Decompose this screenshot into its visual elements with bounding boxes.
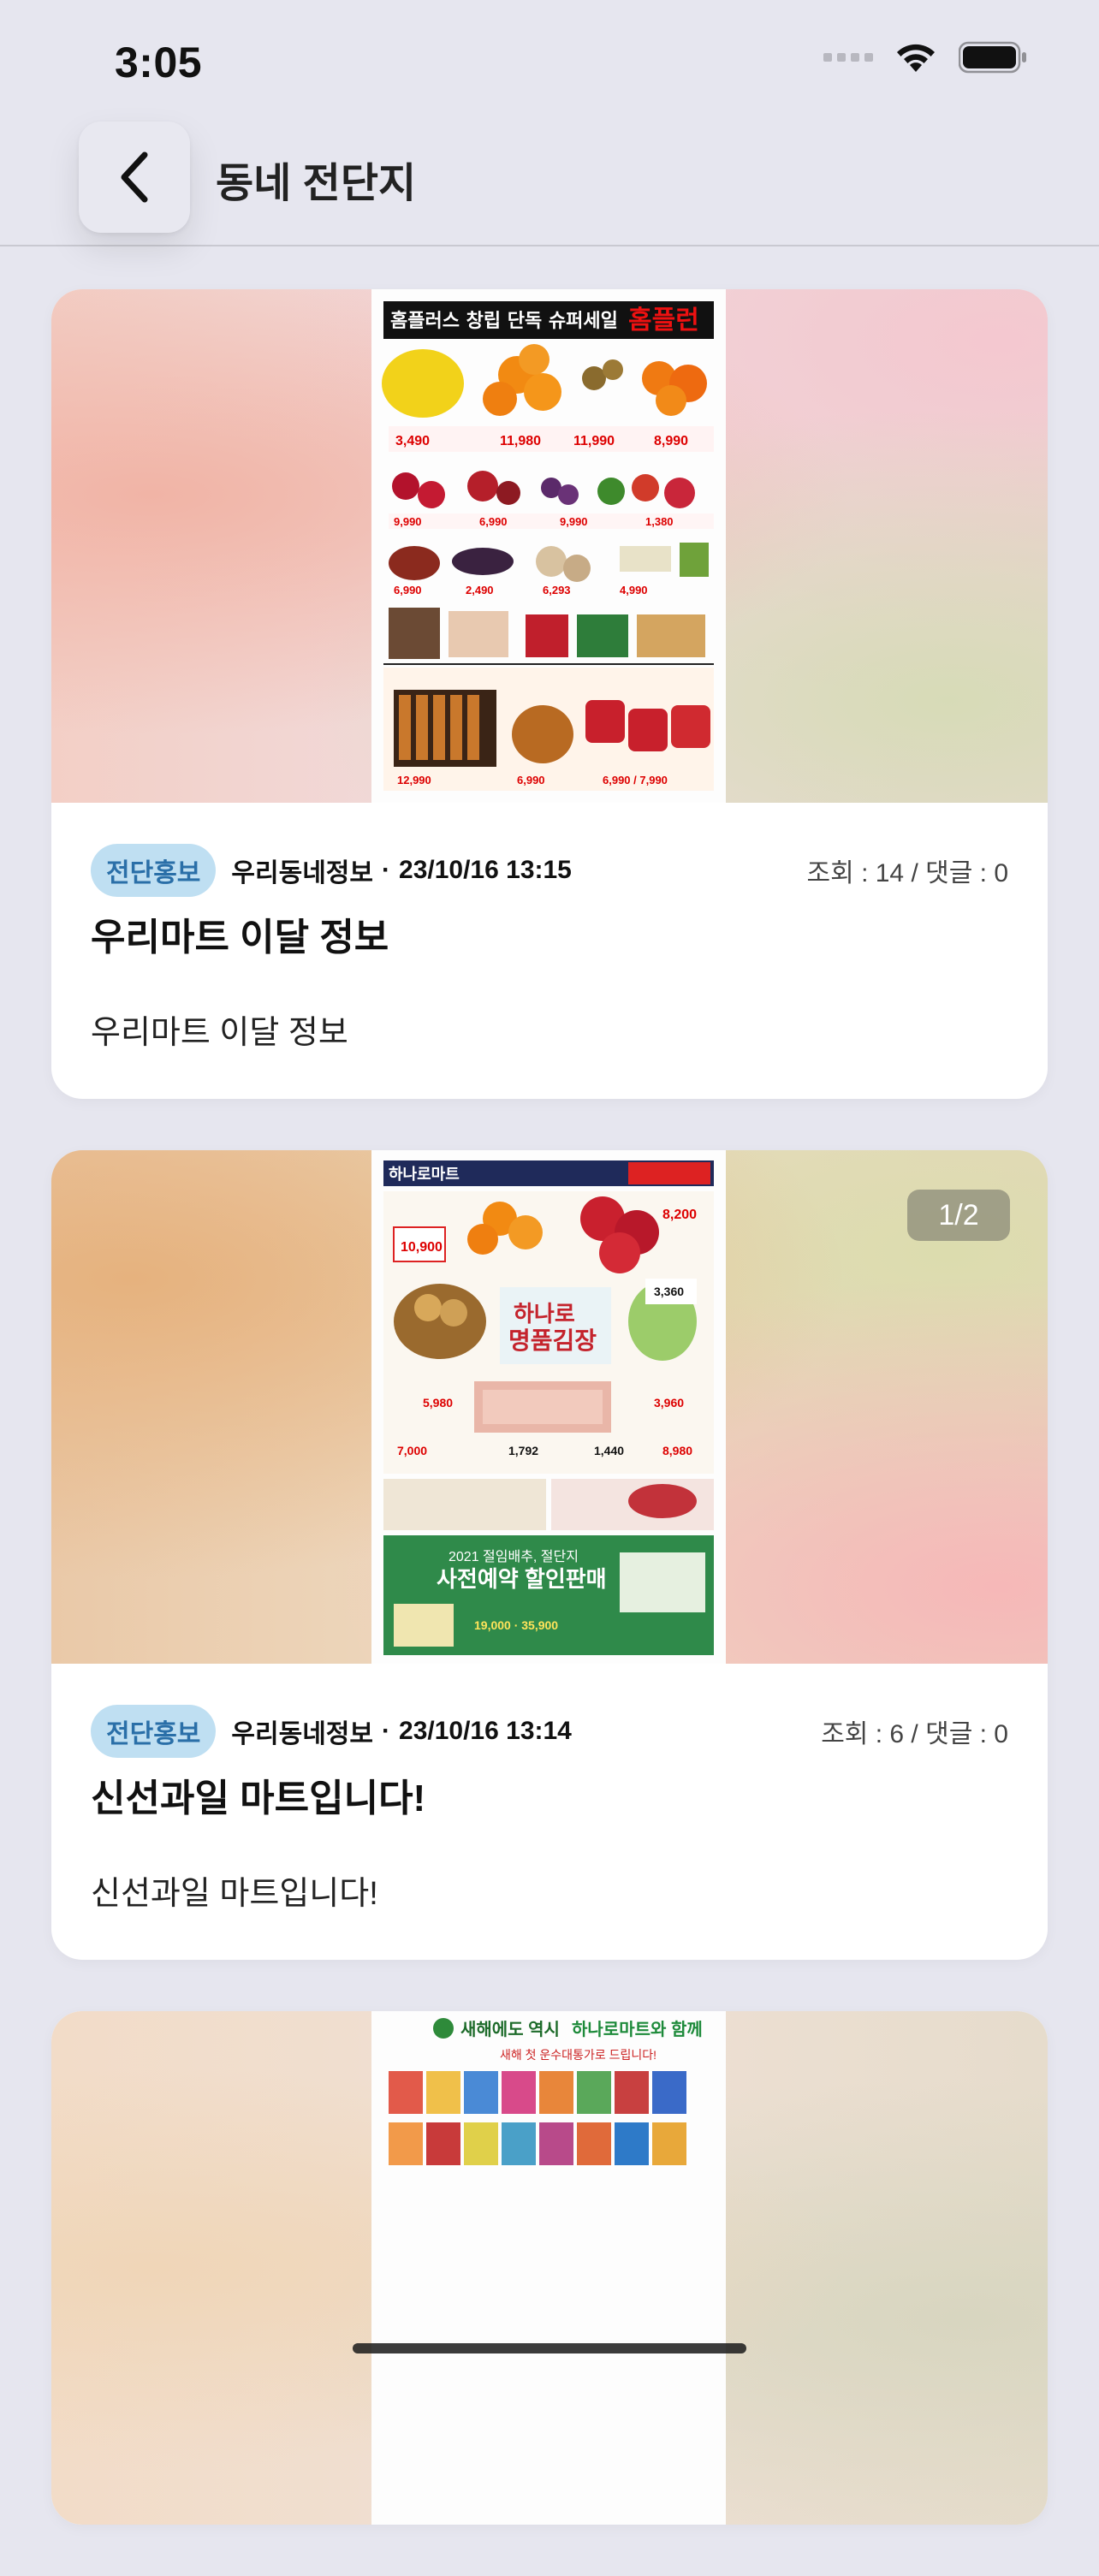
post-title: 신선과일 마트입니다!: [91, 1778, 426, 1819]
status-bar: 3:05: [0, 0, 1099, 120]
svg-text:명품김장: 명품김장: [508, 1327, 597, 1354]
svg-text:하나로마트: 하나로마트: [389, 1166, 460, 1183]
category-badge: 전단홍보: [91, 1705, 217, 1758]
flyer-feed[interactable]: 홈플러스 창립 단독 슈퍼세일 홈플런 3,490 11,980 11,990 …: [51, 289, 1048, 2576]
post-author: 우리동네정보: [231, 859, 374, 887]
flyer-post-card[interactable]: 하나로마트 10,900 8,200 하나로 명품김장 3,360 5,980 …: [51, 1150, 1048, 1960]
post-body: 우리마트 이달 정보: [91, 1015, 348, 1051]
svg-text:하나로마트와 함께: 하나로마트와 함께: [572, 2020, 703, 2039]
svg-text:홈플러스 창립 단독 슈퍼세일: 홈플러스 창립 단독 슈퍼세일: [390, 311, 618, 332]
category-badge: 전단홍보: [91, 844, 217, 897]
flyer-image-carousel[interactable]: 새해에도 역시 하나로마트와 함께 새해 첫 운수대통가로 드립니다!: [51, 2011, 1048, 2525]
svg-text:새해에도 역시: 새해에도 역시: [460, 2020, 560, 2039]
wifi-icon: [897, 44, 935, 72]
svg-text:6,990: 6,990: [394, 584, 422, 597]
post-author: 우리동네정보: [231, 1720, 374, 1748]
flyer-post-card[interactable]: 새해에도 역시 하나로마트와 함께 새해 첫 운수대통가로 드립니다!: [51, 2011, 1048, 2525]
post-title: 우리마트 이달 정보: [91, 917, 389, 959]
svg-text:3,490: 3,490: [395, 434, 430, 448]
svg-text:2,490: 2,490: [466, 584, 494, 597]
flyer-image[interactable]: 새해에도 역시 하나로마트와 함께 새해 첫 운수대통가로 드립니다!: [371, 2011, 726, 2525]
svg-text:8,200: 8,200: [662, 1208, 697, 1222]
page-title: 동네 전단지: [216, 161, 417, 206]
svg-text:9,990: 9,990: [394, 515, 422, 528]
flyer-graphic: 새해에도 역시 하나로마트와 함께 새해 첫 운수대통가로 드립니다!: [371, 2011, 726, 2525]
flyer-image[interactable]: 홈플러스 창립 단독 슈퍼세일 홈플런 3,490 11,980 11,990 …: [371, 289, 726, 803]
page-counter: 1/2: [907, 1190, 1010, 1241]
svg-text:사전예약 할인판매: 사전예약 할인판매: [437, 1566, 607, 1592]
home-indicator[interactable]: [353, 2343, 746, 2353]
chevron-left-icon: [121, 151, 148, 203]
status-icons: [823, 41, 1027, 74]
flyer-graphic: 하나로마트 10,900 8,200 하나로 명품김장 3,360 5,980 …: [371, 1150, 726, 1664]
svg-text:8,990: 8,990: [654, 434, 688, 448]
flyer-image-carousel[interactable]: 하나로마트 10,900 8,200 하나로 명품김장 3,360 5,980 …: [51, 1150, 1048, 1664]
svg-text:5,980: 5,980: [423, 1396, 453, 1410]
svg-text:3,360: 3,360: [654, 1285, 684, 1298]
post-content[interactable]: 전단홍보 우리동네정보 · 23/10/16 13:14 조회 : 6 / 댓글…: [51, 1664, 1048, 1960]
svg-text:11,980: 11,980: [500, 434, 541, 448]
post-content[interactable]: 전단홍보 우리동네정보 · 23/10/16 13:15 조회 : 14 / 댓…: [51, 803, 1048, 1099]
svg-text:1,440: 1,440: [594, 1444, 624, 1457]
svg-text:6,990 / 7,990: 6,990 / 7,990: [603, 774, 668, 786]
svg-text:3,960: 3,960: [654, 1396, 684, 1410]
post-date: 23/10/16 13:15: [399, 856, 572, 884]
svg-text:6,990: 6,990: [517, 774, 545, 786]
svg-text:1,380: 1,380: [645, 515, 674, 528]
cellular-signal-icon: [823, 53, 873, 62]
post-meta: 전단홍보 우리동네정보 · 23/10/16 13:14 조회 : 6 / 댓글…: [91, 1705, 1008, 1758]
meta-separator: ·: [382, 1717, 391, 1745]
svg-text:하나로: 하나로: [514, 1301, 575, 1327]
flyer-image-carousel[interactable]: 홈플러스 창립 단독 슈퍼세일 홈플런 3,490 11,980 11,990 …: [51, 289, 1048, 803]
svg-text:7,000: 7,000: [397, 1444, 427, 1457]
svg-text:1,792: 1,792: [508, 1444, 538, 1457]
post-body: 신선과일 마트입니다!: [91, 1876, 378, 1912]
svg-text:10,900: 10,900: [401, 1240, 443, 1255]
svg-text:19,000 · 35,900: 19,000 · 35,900: [474, 1618, 558, 1632]
svg-text:12,990: 12,990: [397, 774, 431, 786]
svg-text:4,990: 4,990: [620, 584, 648, 597]
flyer-post-card[interactable]: 홈플러스 창립 단독 슈퍼세일 홈플런 3,490 11,980 11,990 …: [51, 289, 1048, 1099]
flyer-image[interactable]: 하나로마트 10,900 8,200 하나로 명품김장 3,360 5,980 …: [371, 1150, 726, 1664]
svg-text:6,990: 6,990: [479, 515, 508, 528]
post-stats: 조회 : 14 / 댓글 : 0: [806, 859, 1008, 887]
post-stats: 조회 : 6 / 댓글 : 0: [821, 1720, 1008, 1748]
status-time: 3:05: [115, 39, 203, 86]
meta-separator: ·: [382, 856, 391, 884]
battery-icon: [959, 41, 1026, 74]
svg-text:6,293: 6,293: [543, 584, 571, 597]
back-button[interactable]: [79, 122, 190, 233]
svg-text:11,990: 11,990: [573, 434, 615, 448]
svg-text:8,980: 8,980: [662, 1444, 692, 1457]
post-meta: 전단홍보 우리동네정보 · 23/10/16 13:15 조회 : 14 / 댓…: [91, 844, 1008, 897]
svg-text:홈플런: 홈플런: [628, 306, 699, 335]
navigation-bar: 동네 전단지: [0, 120, 1099, 246]
svg-text:새해 첫 운수대통가로 드립니다!: 새해 첫 운수대통가로 드립니다!: [500, 2048, 656, 2062]
flyer-graphic: 홈플러스 창립 단독 슈퍼세일 홈플런 3,490 11,980 11,990 …: [371, 289, 726, 803]
post-date: 23/10/16 13:14: [399, 1717, 572, 1745]
svg-text:9,990: 9,990: [560, 515, 588, 528]
svg-text:2021 절임배추, 절단지: 2021 절임배추, 절단지: [449, 1549, 579, 1564]
